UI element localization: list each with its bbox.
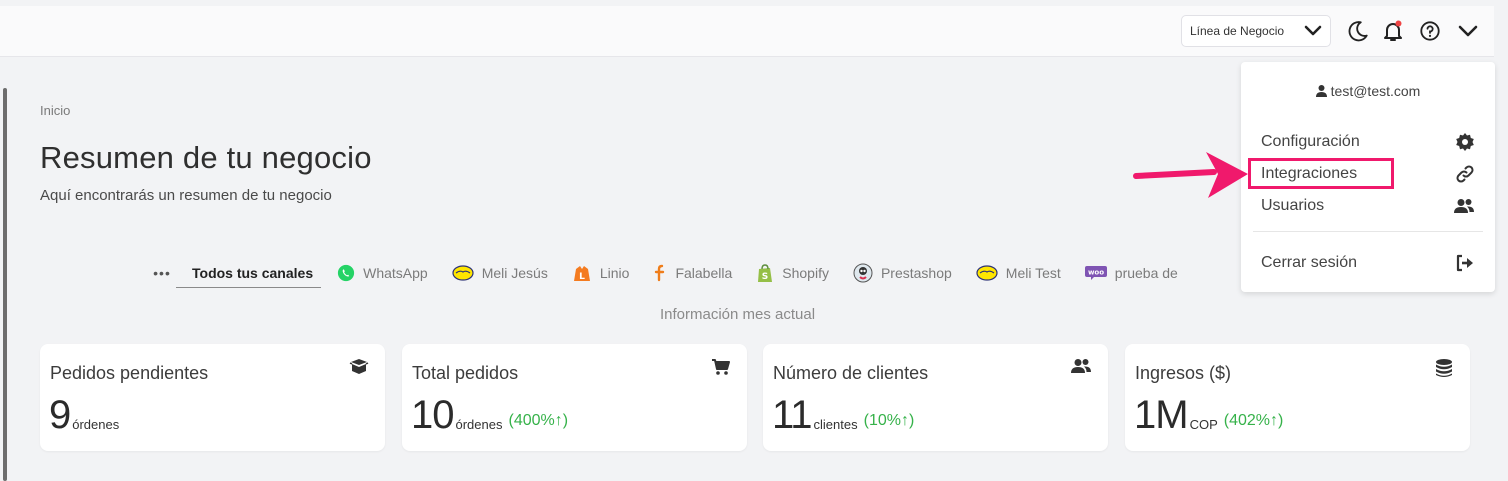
logout-icon [1456,254,1473,272]
card-number: 10 [411,393,454,437]
tab-label: prueba de [1114,265,1178,281]
card-unit: COP [1189,417,1218,432]
card-change: (10%↑) [863,412,915,429]
tab-linio[interactable]: L Linio [572,258,630,288]
tab-prueba-de[interactable]: woo prueba de [1084,258,1178,288]
tab-label: Shopify [782,265,829,281]
mercadolibre-icon [976,265,998,281]
tab-all-channels[interactable]: Todos tus canales [176,259,322,288]
linio-icon: L [573,266,590,282]
card-number: 1M [1134,393,1189,437]
card-value: 1M COP (402%↑) [1134,394,1283,436]
card-title: Ingresos ($) [1135,363,1232,383]
moon-icon[interactable] [1345,18,1371,44]
card-value: 9 órdenes [49,394,125,436]
menu-item-cerrar-sesion[interactable]: Cerrar sesión [1261,249,1475,277]
users-icon [1454,199,1474,213]
integraciones-highlight-box [1248,158,1394,189]
stat-card-clients: Número de clientes 11 clientes (10%↑) [763,344,1108,451]
gear-icon [1456,133,1474,151]
tab-label: Todos tus canales [192,264,314,281]
coins-icon [1436,359,1452,377]
mercadolibre-icon [452,265,474,281]
menu-item-label: Cerrar sesión [1261,254,1358,271]
card-change: (402%↑) [1223,412,1284,429]
tab-falabella[interactable]: Falabella [653,258,732,288]
card-unit: órdenes [455,417,503,432]
shopify-icon: S [758,264,773,282]
card-number: 11 [772,393,813,437]
card-change: (400%↑) [508,412,569,429]
card-number: 9 [49,393,71,437]
shopping-cart-icon [712,359,730,375]
channel-tabs: ••• Todos tus canales WhatsApp Meli Jesú… [148,258,1248,288]
month-info-label: Información mes actual [660,306,816,323]
menu-item-label: Usuarios [1261,197,1325,214]
card-unit: órdenes [72,417,120,432]
whatsapp-icon [338,264,355,282]
tab-meli-test[interactable]: Meli Test [976,258,1061,288]
menu-item-label: Configuración [1261,133,1360,150]
page-title: Resumen de tu negocio [40,140,372,175]
user-email: test@test.com [1241,83,1495,99]
menu-item-configuracion[interactable]: Configuración [1261,128,1475,156]
top-bar: Línea de Negocio [0,6,1494,57]
stat-card-revenue: Ingresos ($) 1M COP (402%↑) [1125,344,1470,451]
card-title: Total pedidos [412,363,519,383]
pointer-arrow-icon [1133,152,1248,198]
prestashop-icon [853,263,873,283]
tab-label: Meli Test [1005,265,1061,281]
bell-icon[interactable] [1380,18,1406,44]
breadcrumb[interactable]: Inicio [40,103,70,118]
tab-whatsapp[interactable]: WhatsApp [337,258,428,288]
tab-meli-jesus[interactable]: Meli Jesús [452,258,548,288]
link-icon [1456,165,1474,183]
page-subtitle: Aquí encontrarás un resumen de tu negoci… [40,187,332,204]
user-menu-chevron-icon[interactable] [1455,18,1481,44]
tab-shopify[interactable]: S Shopify [756,258,829,288]
svg-text:woo: woo [1088,269,1104,277]
help-icon[interactable] [1417,18,1443,44]
card-value: 11 clientes (10%↑) [772,394,914,436]
stat-card-total-orders: Total pedidos 10 órdenes (400%↑) [402,344,747,451]
menu-item-usuarios[interactable]: Usuarios [1261,192,1475,220]
tab-label: WhatsApp [363,265,428,281]
falabella-icon [655,264,665,282]
card-unit: clientes [813,417,858,432]
menu-divider [1253,231,1483,232]
box-open-icon [349,359,369,374]
svg-text:S: S [762,272,768,282]
user-icon [1315,85,1327,97]
business-line-select[interactable]: Línea de Negocio [1181,15,1331,47]
business-line-label: Línea de Negocio [1190,24,1285,38]
tab-label: Prestashop [880,265,952,281]
stat-card-pending-orders: Pedidos pendientes 9 órdenes [40,344,385,451]
more-channels-button[interactable]: ••• [148,265,176,281]
users-icon [1071,359,1091,373]
chevron-down-icon [1304,25,1322,36]
user-email-text: test@test.com [1330,83,1421,99]
tab-prestashop[interactable]: Prestashop [853,258,952,288]
card-title: Pedidos pendientes [50,363,209,383]
woocommerce-icon: woo [1084,266,1107,280]
svg-text:L: L [579,272,585,282]
tab-label: Linio [599,265,630,281]
card-title: Número de clientes [773,363,929,383]
scrollbar[interactable] [3,88,7,481]
card-value: 10 órdenes (400%↑) [411,394,568,436]
tab-label: Falabella [675,265,733,281]
tab-label: Meli Jesús [481,265,548,281]
